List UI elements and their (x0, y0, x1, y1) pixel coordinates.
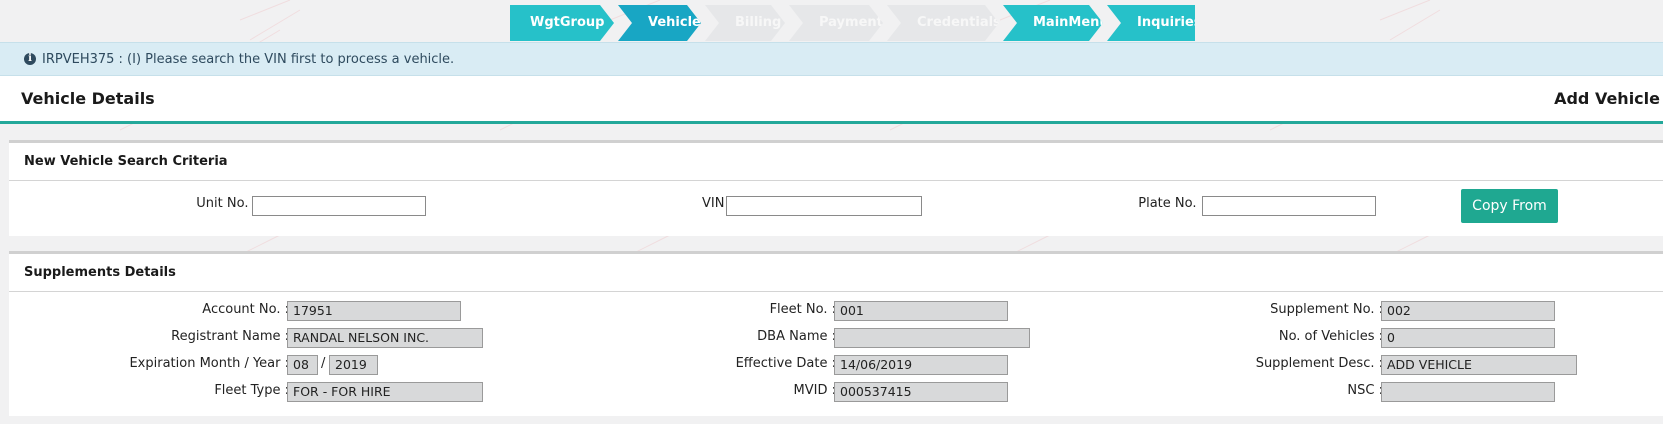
info-message-text: IRPVEH375 : (I) Please search the VIN fi… (42, 51, 455, 67)
expiration-month-field: 08 (287, 355, 318, 375)
wizard-steps: WgtGroup Vehicle Billing Payment Credent… (510, 5, 1199, 41)
num-vehicles-field: 0 (1381, 328, 1555, 348)
copy-from-button[interactable]: Copy From (1461, 189, 1558, 223)
supplement-desc-field: ADD VEHICLE (1381, 355, 1577, 375)
expiration-separator: / (321, 356, 326, 371)
fleet-no-label: Fleet No. : (769, 302, 836, 317)
step-payment: Payment (789, 5, 883, 41)
search-criteria-heading: New Vehicle Search Criteria (9, 143, 1663, 181)
plate-no-label: Plate No. : (1138, 196, 1205, 211)
fleet-type-label: Fleet Type : (214, 383, 289, 398)
plate-no-input[interactable] (1202, 196, 1376, 216)
nsc-label: NSC : (1347, 383, 1383, 398)
supplement-desc-label: Supplement Desc. : (1255, 356, 1383, 371)
fleet-type-field: FOR - FOR HIRE (287, 382, 483, 402)
step-billing: Billing (705, 5, 785, 41)
mvid-label: MVID : (793, 383, 836, 398)
step-inquiries[interactable]: Inquiries (1107, 5, 1195, 41)
effective-date-label: Effective Date : (735, 356, 836, 371)
step-vehicle[interactable]: Vehicle (618, 5, 701, 41)
page-title: Vehicle Details (21, 89, 155, 108)
step-mainmenu[interactable]: MainMenu (1003, 5, 1103, 41)
fleet-no-field: 001 (834, 301, 1008, 321)
supplements-details-panel: Supplements Details Account No. : 17951 … (9, 251, 1663, 416)
supplement-no-field: 002 (1381, 301, 1555, 321)
account-no-label: Account No. : (202, 302, 289, 317)
expiration-year-field: 2019 (329, 355, 378, 375)
registrant-name-field: RANDAL NELSON INC. (287, 328, 483, 348)
step-credentials: Credentials (887, 5, 999, 41)
supplements-heading: Supplements Details (9, 254, 1663, 292)
effective-date-field: 14/06/2019 (834, 355, 1008, 375)
nsc-field (1381, 382, 1555, 402)
info-message-bar: i IRPVEH375 : (I) Please search the VIN … (0, 42, 1663, 76)
supplement-no-label: Supplement No. : (1270, 302, 1383, 317)
dba-name-label: DBA Name : (757, 329, 836, 344)
num-vehicles-label: No. of Vehicles : (1278, 329, 1383, 344)
mvid-field: 000537415 (834, 382, 1008, 402)
page-action-title: Add Vehicle (1554, 89, 1660, 108)
page-header: Vehicle Details Add Vehicle (0, 76, 1663, 124)
unit-no-label: Unit No. : (196, 196, 257, 211)
vin-input[interactable] (726, 196, 922, 216)
dba-name-field (834, 328, 1030, 348)
search-criteria-panel: New Vehicle Search Criteria Unit No. : V… (9, 140, 1663, 236)
step-wgtgroup[interactable]: WgtGroup (510, 5, 614, 41)
account-no-field: 17951 (287, 301, 461, 321)
expiration-label: Expiration Month / Year : (129, 356, 289, 371)
registrant-name-label: Registrant Name : (171, 329, 289, 344)
info-icon: i (24, 53, 36, 65)
unit-no-input[interactable] (252, 196, 426, 216)
